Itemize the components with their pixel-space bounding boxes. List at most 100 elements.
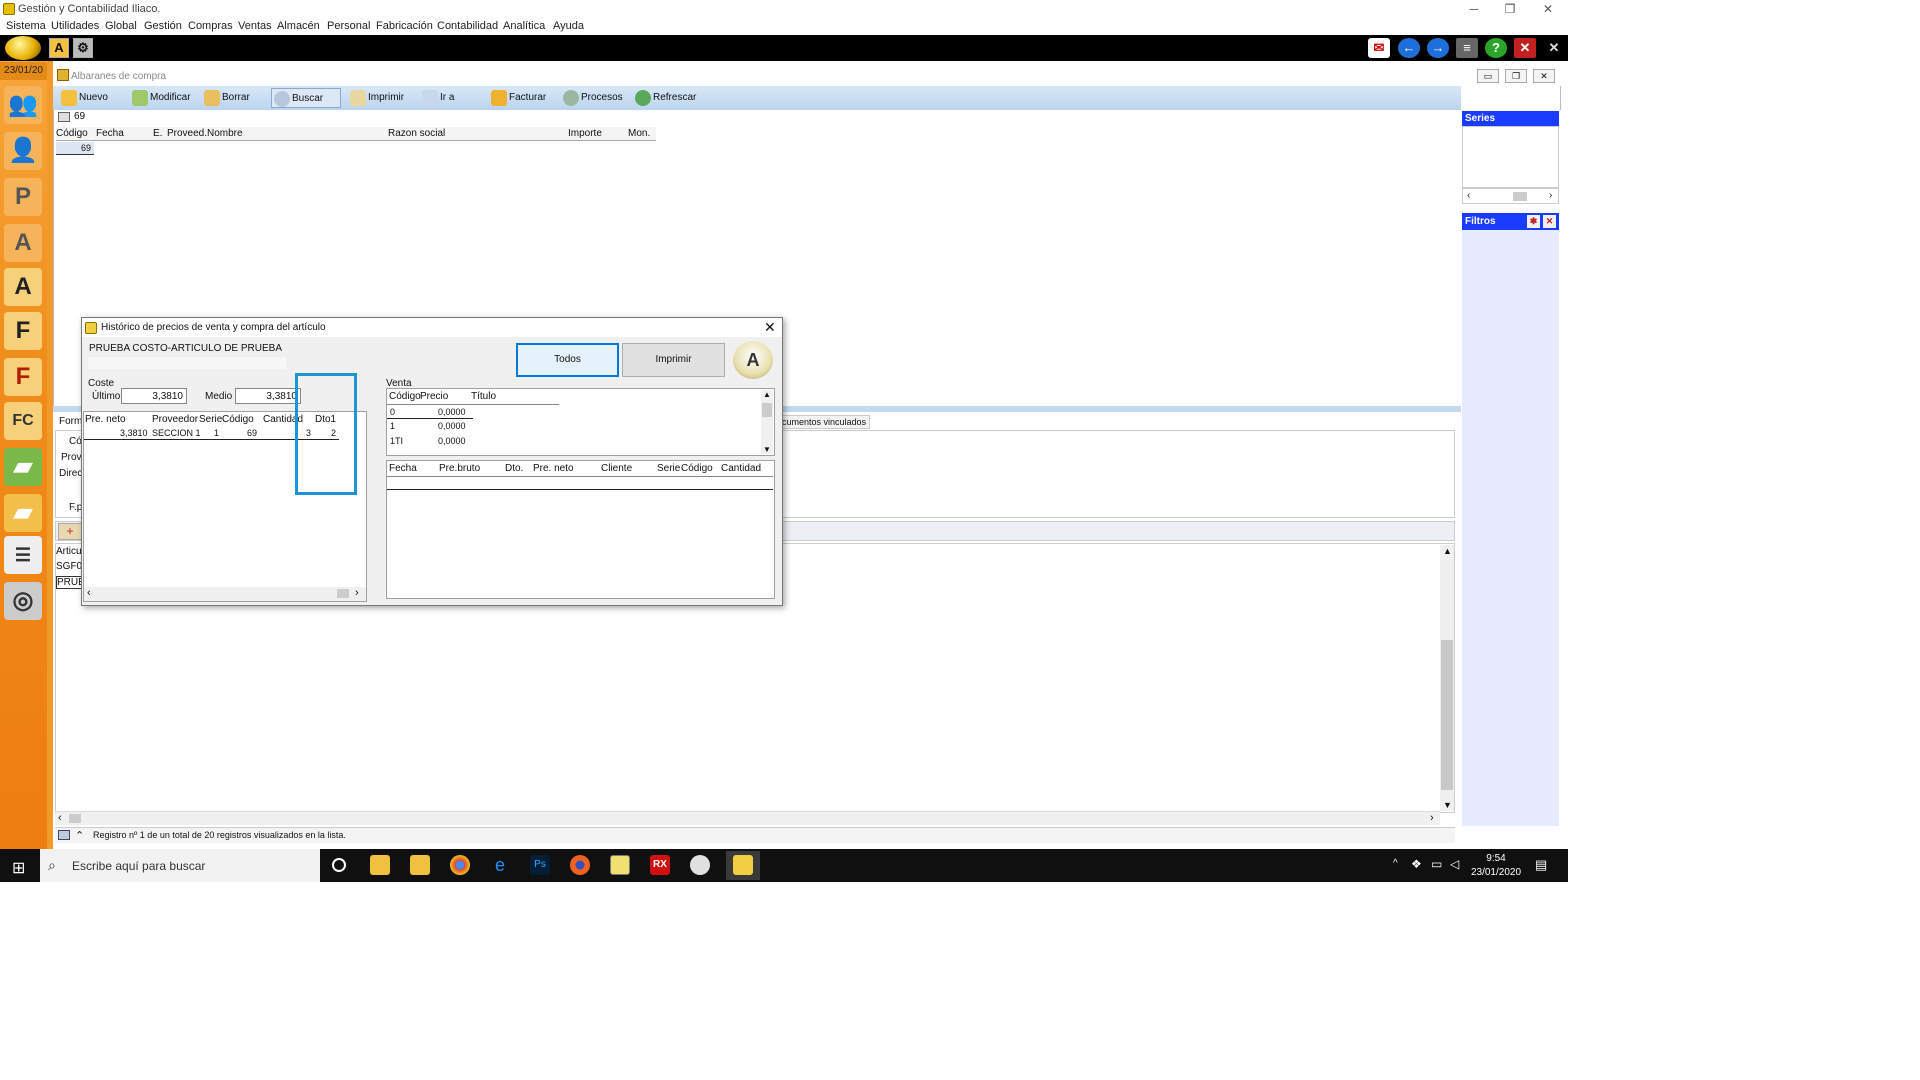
filtros-close-icon[interactable]: ✕: [1543, 215, 1556, 228]
network-icon[interactable]: ▭: [1431, 857, 1442, 871]
col-fecha[interactable]: Fecha: [96, 128, 124, 139]
scroll-down-icon[interactable]: ▼: [1443, 800, 1452, 810]
app-round-icon[interactable]: [690, 855, 710, 875]
table-row[interactable]: 1TI 0,0000: [387, 435, 473, 448]
vscroll-thumb[interactable]: [1441, 640, 1453, 790]
menu-ventas[interactable]: Ventas: [238, 20, 272, 32]
hscroll-right-icon[interactable]: ›: [1430, 812, 1434, 824]
help-icon[interactable]: ?: [1485, 38, 1507, 58]
child-restore-button[interactable]: ❐: [1505, 69, 1527, 83]
col-h-cliente[interactable]: Cliente: [601, 463, 632, 474]
table-row[interactable]: 0 0,0000: [387, 406, 473, 419]
windows-list-icon[interactable]: ≡: [1456, 38, 1478, 58]
tab-documentos-vinculados[interactable]: cumentos vinculados: [780, 415, 870, 429]
dialog-close-icon[interactable]: ✕: [764, 319, 776, 336]
scroll-right-icon[interactable]: ›: [1549, 190, 1552, 201]
col-tarifa-precio[interactable]: Precio: [420, 391, 448, 402]
notifications-icon[interactable]: ▤: [1535, 857, 1547, 873]
menu-utilidades[interactable]: Utilidades: [51, 20, 99, 32]
refrescar-button[interactable]: Refrescar: [633, 88, 696, 108]
cortana-icon[interactable]: [332, 858, 346, 872]
clock-date[interactable]: 23/01/2020: [1468, 867, 1524, 878]
col-e[interactable]: E.: [153, 128, 162, 139]
letter-f-sidebar-icon[interactable]: F: [4, 312, 42, 350]
disc-icon[interactable]: ◎: [4, 582, 42, 620]
menu-almacen[interactable]: Almacén: [277, 20, 320, 32]
medio-field[interactable]: 3,3810: [235, 388, 301, 404]
fc-sidebar-icon[interactable]: FC: [4, 402, 42, 440]
mail-alert-icon[interactable]: ✉: [1368, 38, 1390, 58]
child-minimize-button[interactable]: ▭: [1477, 69, 1499, 83]
bag-green-icon[interactable]: ▰: [4, 448, 42, 486]
tarifas-scroll-down-icon[interactable]: ▼: [763, 445, 771, 454]
hscroll-left-icon[interactable]: ‹: [58, 812, 62, 824]
forward-arrow-icon[interactable]: →: [1427, 38, 1449, 58]
scroll-up-icon[interactable]: ▲: [1443, 546, 1452, 556]
clock-time[interactable]: 9:54: [1474, 853, 1518, 864]
pin-icon[interactable]: ✱: [1527, 215, 1540, 228]
chrome-icon[interactable]: [450, 855, 470, 875]
filtros-panel[interactable]: [1462, 230, 1559, 826]
tarifas-scroll-up-icon[interactable]: ▲: [763, 390, 771, 399]
col-h-cantidad[interactable]: Cantidad: [721, 463, 761, 474]
table-row[interactable]: 1 0,0000: [387, 420, 473, 433]
col-razon-social[interactable]: Razon social: [388, 128, 445, 139]
volume-icon[interactable]: ◁: [1450, 857, 1459, 871]
add-line-icon[interactable]: +: [58, 523, 82, 540]
hscroll-thumb[interactable]: [69, 814, 81, 823]
menu-fabricacion[interactable]: Fabricación: [376, 20, 433, 32]
compras-scroll-thumb[interactable]: [337, 589, 349, 598]
col-serie[interactable]: Serie: [199, 414, 222, 425]
col-proveed[interactable]: Proveed.: [167, 128, 207, 139]
user-agente-icon[interactable]: A: [4, 224, 42, 262]
detail-hscroll[interactable]: ‹ ›: [55, 811, 1440, 825]
compras-hscroll[interactable]: ‹ ›: [84, 587, 366, 601]
menu-contabilidad[interactable]: Contabilidad: [437, 20, 498, 32]
menu-ayuda[interactable]: Ayuda: [553, 20, 584, 32]
nuevo-button[interactable]: Nuevo: [59, 88, 108, 108]
todos-button[interactable]: Todos: [516, 343, 619, 377]
taskbar-search[interactable]: ⌕ Escribe aquí para buscar: [40, 849, 320, 882]
tools-icon[interactable]: ✕: [1543, 38, 1565, 58]
users-group-icon[interactable]: 👥: [4, 86, 42, 124]
ultimo-field[interactable]: 3,3810: [121, 388, 187, 404]
letter-a-sidebar-icon[interactable]: A: [4, 268, 42, 306]
restore-button[interactable]: ❐: [1500, 1, 1520, 17]
menu-sistema[interactable]: Sistema: [6, 20, 46, 32]
gear-app-icon[interactable]: ⚙: [73, 38, 93, 58]
iliaco-app-icon[interactable]: [610, 855, 630, 875]
scroll-left-icon[interactable]: ‹: [1467, 190, 1470, 201]
user-proveedor-icon[interactable]: P: [4, 178, 42, 216]
child-close-button[interactable]: ✕: [1533, 69, 1555, 83]
imprimir-button[interactable]: Imprimir: [348, 88, 404, 108]
firefox-icon[interactable]: [570, 855, 590, 875]
col-tarifa-codigo[interactable]: Código: [389, 391, 421, 402]
procesos-button[interactable]: Procesos: [561, 88, 623, 108]
folder-icon[interactable]: [410, 855, 430, 875]
home-orb-icon[interactable]: [5, 36, 41, 60]
col-nombre[interactable]: Nombre: [207, 128, 243, 139]
windows-start-icon[interactable]: ⊞: [12, 858, 25, 878]
col-codigo[interactable]: Código: [56, 128, 88, 139]
table-row[interactable]: 69: [56, 142, 94, 155]
col-h-pre-bruto[interactable]: Pre.bruto: [439, 463, 480, 474]
list-document-icon[interactable]: ☰: [4, 536, 42, 574]
bag-yellow-icon[interactable]: ▰: [4, 494, 42, 532]
close-button[interactable]: ✕: [1538, 1, 1558, 17]
col-h-serie[interactable]: Serie: [657, 463, 680, 474]
col-h-codigo[interactable]: Código: [681, 463, 713, 474]
rx-app-icon[interactable]: RX: [650, 855, 670, 875]
col-h-dto[interactable]: Dto.: [505, 463, 523, 474]
dropbox-icon[interactable]: ❖: [1411, 857, 1422, 871]
tarifas-vscroll[interactable]: ▲ ▼: [761, 390, 773, 454]
col-proveedor[interactable]: Proveedor: [152, 414, 198, 425]
letter-f-red-sidebar-icon[interactable]: F: [4, 358, 42, 396]
close-app-icon[interactable]: ✕: [1514, 38, 1536, 58]
status-up-icon[interactable]: ⌃: [75, 829, 84, 842]
col-pre-neto[interactable]: Pre. neto: [85, 414, 126, 425]
borrar-button[interactable]: Borrar: [202, 88, 250, 108]
scroll-thumb[interactable]: [1513, 192, 1527, 201]
compras-scroll-right-icon[interactable]: ›: [355, 587, 359, 599]
col-mon[interactable]: Mon.: [628, 128, 650, 139]
photoshop-icon[interactable]: Ps: [530, 855, 550, 875]
